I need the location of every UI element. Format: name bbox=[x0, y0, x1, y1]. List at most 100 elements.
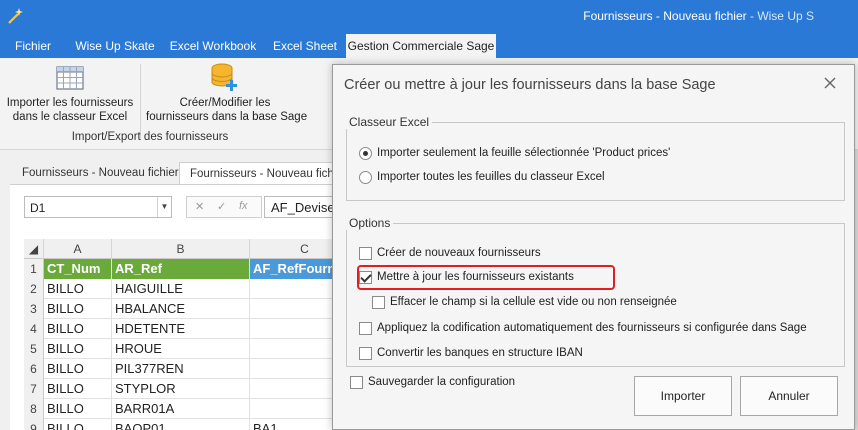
cell[interactable]: BILLO bbox=[44, 419, 112, 430]
cell[interactable] bbox=[250, 339, 344, 359]
name-box-value: D1 bbox=[30, 201, 46, 215]
confirm-icon[interactable]: ✓ bbox=[217, 200, 226, 213]
title-bar: Fournisseurs - Nouveau fichier - Wise Up… bbox=[0, 0, 858, 34]
table-row: 1 CT_Num AR_Ref AF_RefFourn bbox=[24, 259, 344, 279]
cell[interactable]: BILLO bbox=[44, 339, 112, 359]
excel-workbook-group bbox=[346, 122, 845, 201]
cell[interactable]: CT_Num bbox=[44, 259, 112, 279]
excel-group-legend: Classeur Excel bbox=[346, 115, 433, 129]
cell[interactable]: HROUE bbox=[112, 339, 250, 359]
checkbox-label: Créer de nouveaux fournisseurs bbox=[377, 247, 541, 259]
cell[interactable]: HDETENTE bbox=[112, 319, 250, 339]
radio-button[interactable] bbox=[359, 171, 372, 184]
create-update-label-1: Créer/Modifier les bbox=[179, 97, 271, 109]
table-row: 6 BILLO PIL377REN bbox=[24, 359, 344, 379]
cell[interactable]: STYPLOR bbox=[112, 379, 250, 399]
import-suppliers-label-1: Importer les fournisseurs bbox=[6, 97, 134, 109]
tab-excel-sheet[interactable]: Excel Sheet bbox=[266, 34, 344, 58]
ribbon-tabs: Fichier Wise Up Skate Excel Workbook Exc… bbox=[0, 34, 858, 58]
cell[interactable]: BARR01A bbox=[112, 399, 250, 419]
window-title: Fournisseurs - Nouveau fichier - Wise Up… bbox=[583, 9, 814, 23]
create-update-suppliers-dialog: Créer ou mettre à jour les fournisseurs … bbox=[332, 64, 855, 430]
formula-icons: ✕ ✓ fx bbox=[186, 196, 262, 218]
import-suppliers-label-2: dans le classeur Excel bbox=[12, 111, 128, 123]
create-update-label-2: fournisseurs dans la base Sage bbox=[146, 111, 308, 123]
row-number[interactable]: 4 bbox=[24, 319, 44, 339]
cancel-button[interactable]: Annuler bbox=[740, 376, 838, 416]
workbook-tab-1[interactable]: Fournisseurs - Nouveau fichier bbox=[12, 162, 189, 184]
tab-wise-up-skate[interactable]: Wise Up Skate bbox=[68, 34, 162, 58]
checkbox[interactable] bbox=[359, 347, 372, 360]
checkbox[interactable] bbox=[372, 296, 385, 309]
checkbox-label: Appliquez la codification automatiquemen… bbox=[377, 322, 807, 334]
database-add-icon bbox=[211, 63, 237, 91]
cell[interactable]: HAIGUILLE bbox=[112, 279, 250, 299]
cell[interactable]: AF_RefFourn bbox=[250, 259, 344, 279]
ribbon-group-label: Import/Export des fournisseurs bbox=[71, 131, 229, 143]
tab-fichier[interactable]: Fichier bbox=[6, 34, 60, 58]
row-number[interactable]: 3 bbox=[24, 299, 44, 319]
radio-label: Importer seulement la feuille sélectionn… bbox=[377, 147, 671, 159]
formula-value: AF_Devise bbox=[271, 200, 335, 215]
table-row: 8 BILLO BARR01A bbox=[24, 399, 344, 419]
checkbox-label: Sauvegarder la configuration bbox=[368, 376, 516, 388]
select-all-corner[interactable]: ◢ bbox=[24, 239, 44, 259]
row-number[interactable]: 6 bbox=[24, 359, 44, 379]
cell[interactable] bbox=[250, 319, 344, 339]
column-header-a[interactable]: A bbox=[44, 239, 112, 259]
checkbox-label: Effacer le champ si la cellule est vide … bbox=[390, 296, 677, 308]
column-header-c[interactable]: C bbox=[250, 239, 344, 259]
cell[interactable]: PIL377REN bbox=[112, 359, 250, 379]
cell[interactable]: BAOP01 bbox=[112, 419, 250, 430]
cell[interactable]: AR_Ref bbox=[112, 259, 250, 279]
column-header-row: ◢ A B C bbox=[24, 239, 344, 259]
workbook-tab-2[interactable]: Fournisseurs - Nouveau fichi bbox=[179, 162, 339, 184]
radio-label: Importer toutes les feuilles du classeur… bbox=[377, 171, 605, 183]
row-number[interactable]: 2 bbox=[24, 279, 44, 299]
close-icon[interactable] bbox=[822, 75, 838, 91]
radio-button[interactable] bbox=[359, 147, 372, 160]
cell[interactable]: BA1 bbox=[250, 419, 344, 430]
cell[interactable] bbox=[250, 279, 344, 299]
cell[interactable]: HBALANCE bbox=[112, 299, 250, 319]
options-group-legend: Options bbox=[346, 216, 394, 230]
tab-gestion-commerciale-sage[interactable]: Gestion Commerciale Sage bbox=[346, 34, 496, 58]
cell[interactable] bbox=[250, 359, 344, 379]
table-row: 7 BILLO STYPLOR bbox=[24, 379, 344, 399]
chevron-down-icon[interactable]: ▼ bbox=[157, 197, 171, 217]
cell[interactable] bbox=[250, 379, 344, 399]
cell[interactable]: BILLO bbox=[44, 359, 112, 379]
tab-excel-workbook[interactable]: Excel Workbook bbox=[166, 34, 260, 58]
row-number[interactable]: 8 bbox=[24, 399, 44, 419]
table-row: 3 BILLO HBALANCE bbox=[24, 299, 344, 319]
checkbox[interactable] bbox=[350, 376, 363, 389]
highlight-annotation bbox=[357, 265, 615, 290]
cell[interactable]: BILLO bbox=[44, 379, 112, 399]
import-suppliers-button[interactable]: Importer les fournisseurs dans le classe… bbox=[6, 62, 134, 124]
options-group bbox=[346, 223, 845, 367]
import-button[interactable]: Importer bbox=[634, 376, 732, 416]
cell[interactable]: BILLO bbox=[44, 299, 112, 319]
row-number[interactable]: 7 bbox=[24, 379, 44, 399]
create-update-suppliers-button[interactable]: Créer/Modifier les fournisseurs dans la … bbox=[146, 62, 308, 124]
spreadsheet-grid[interactable]: ◢ A B C 1 CT_Num AR_Ref AF_RefFourn 2 BI… bbox=[24, 239, 344, 430]
cell[interactable]: BILLO bbox=[44, 319, 112, 339]
cancel-icon[interactable]: ✕ bbox=[195, 200, 204, 213]
table-row: 5 BILLO HROUE bbox=[24, 339, 344, 359]
cell[interactable]: BILLO bbox=[44, 279, 112, 299]
cell[interactable] bbox=[250, 399, 344, 419]
checkbox[interactable] bbox=[359, 322, 372, 335]
column-header-b[interactable]: B bbox=[112, 239, 250, 259]
row-number[interactable]: 9 bbox=[24, 419, 44, 430]
document-title: Fournisseurs - Nouveau fichier bbox=[583, 9, 747, 23]
table-row: 4 BILLO HDETENTE bbox=[24, 319, 344, 339]
cell[interactable]: BILLO bbox=[44, 399, 112, 419]
checkbox[interactable] bbox=[359, 247, 372, 260]
table-row: 2 BILLO HAIGUILLE bbox=[24, 279, 344, 299]
row-number[interactable]: 5 bbox=[24, 339, 44, 359]
name-box[interactable]: D1 ▼ bbox=[24, 196, 172, 218]
magic-wand-icon bbox=[8, 8, 23, 24]
row-number[interactable]: 1 bbox=[24, 259, 44, 279]
cell[interactable] bbox=[250, 299, 344, 319]
function-icon[interactable]: fx bbox=[239, 200, 248, 212]
